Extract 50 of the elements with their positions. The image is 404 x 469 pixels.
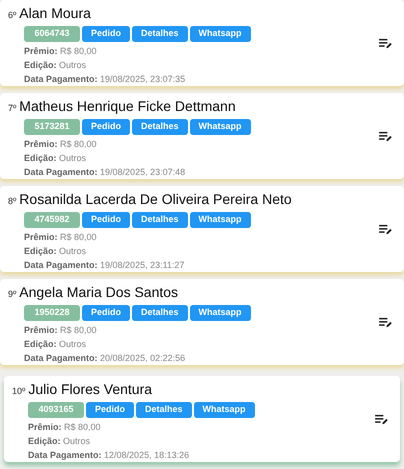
edit-list-icon[interactable] — [379, 130, 392, 142]
code-badge: 1950228 — [24, 304, 80, 320]
info-line: Edição: Outros — [24, 58, 88, 72]
info-line: Data Pagamento: 12/08/2025, 18:13:26 — [28, 448, 190, 462]
action-button[interactable]: Detalhes — [132, 26, 188, 42]
rank-label: 6º — [8, 8, 16, 22]
code-badge: 6064743 — [24, 26, 80, 42]
rank-label: 9º — [8, 288, 16, 300]
info-line: Prêmio: R$ 80,00 — [24, 324, 98, 336]
info-line: Edição: Outros — [28, 434, 92, 448]
edit-list-icon[interactable] — [375, 414, 388, 424]
action-button[interactable]: Whatsapp — [194, 402, 255, 418]
person-name: Matheus Henrique Ficke Dettmann — [19, 96, 236, 116]
action-button[interactable]: Pedido — [82, 212, 130, 228]
edit-list-icon[interactable] — [379, 38, 392, 48]
code-badge: 4745982 — [24, 212, 80, 228]
action-button[interactable]: Detalhes — [132, 118, 188, 134]
action-button[interactable]: Detalhes — [132, 212, 188, 228]
info-line: Prêmio: R$ 80,00 — [28, 420, 102, 434]
action-button[interactable]: Pedido — [82, 26, 130, 42]
info-line: Prêmio: R$ 80,00 — [24, 230, 98, 244]
rank-label: 7º — [8, 102, 16, 114]
action-button[interactable]: Whatsapp — [190, 26, 251, 42]
person-name: Rosanilda Lacerda De Oliveira Pereira Neto — [19, 190, 292, 208]
action-button[interactable]: Pedido — [82, 118, 130, 134]
person-name: Julio Flores Ventura — [28, 380, 152, 398]
info-line: Edição: Outros — [24, 338, 88, 350]
action-button[interactable]: Whatsapp — [190, 212, 251, 228]
edit-list-icon[interactable] — [379, 316, 392, 328]
info-line: Data Pagamento: 19/08/2025, 23:07:48 — [24, 166, 186, 178]
code-badge: 5173281 — [24, 118, 80, 134]
action-button[interactable]: Whatsapp — [190, 304, 251, 320]
code-badge: 4093165 — [28, 402, 84, 418]
info-line: Data Pagamento: 20/08/2025, 02:22:56 — [24, 352, 186, 364]
info-line: Prêmio: R$ 80,00 — [24, 44, 98, 58]
action-button[interactable]: Detalhes — [136, 402, 192, 418]
action-button[interactable]: Pedido — [86, 402, 134, 418]
info-line: Prêmio: R$ 80,00 — [24, 138, 98, 150]
rank-label: 10º — [12, 384, 26, 398]
info-line: Data Pagamento: 19/08/2025, 23:07:35 — [24, 72, 186, 86]
rank-label: 8º — [8, 194, 16, 208]
edit-list-icon[interactable] — [379, 224, 392, 234]
info-line: Edição: Outros — [24, 152, 88, 164]
person-name: Alan Moura — [19, 4, 91, 22]
person-name: Angela Maria Dos Santos — [19, 282, 178, 302]
action-button[interactable]: Pedido — [82, 304, 130, 320]
action-button[interactable]: Detalhes — [132, 304, 188, 320]
action-button[interactable]: Whatsapp — [190, 118, 251, 134]
info-line: Data Pagamento: 19/08/2025, 23:11:27 — [24, 258, 186, 272]
info-line: Edição: Outros — [24, 244, 88, 258]
